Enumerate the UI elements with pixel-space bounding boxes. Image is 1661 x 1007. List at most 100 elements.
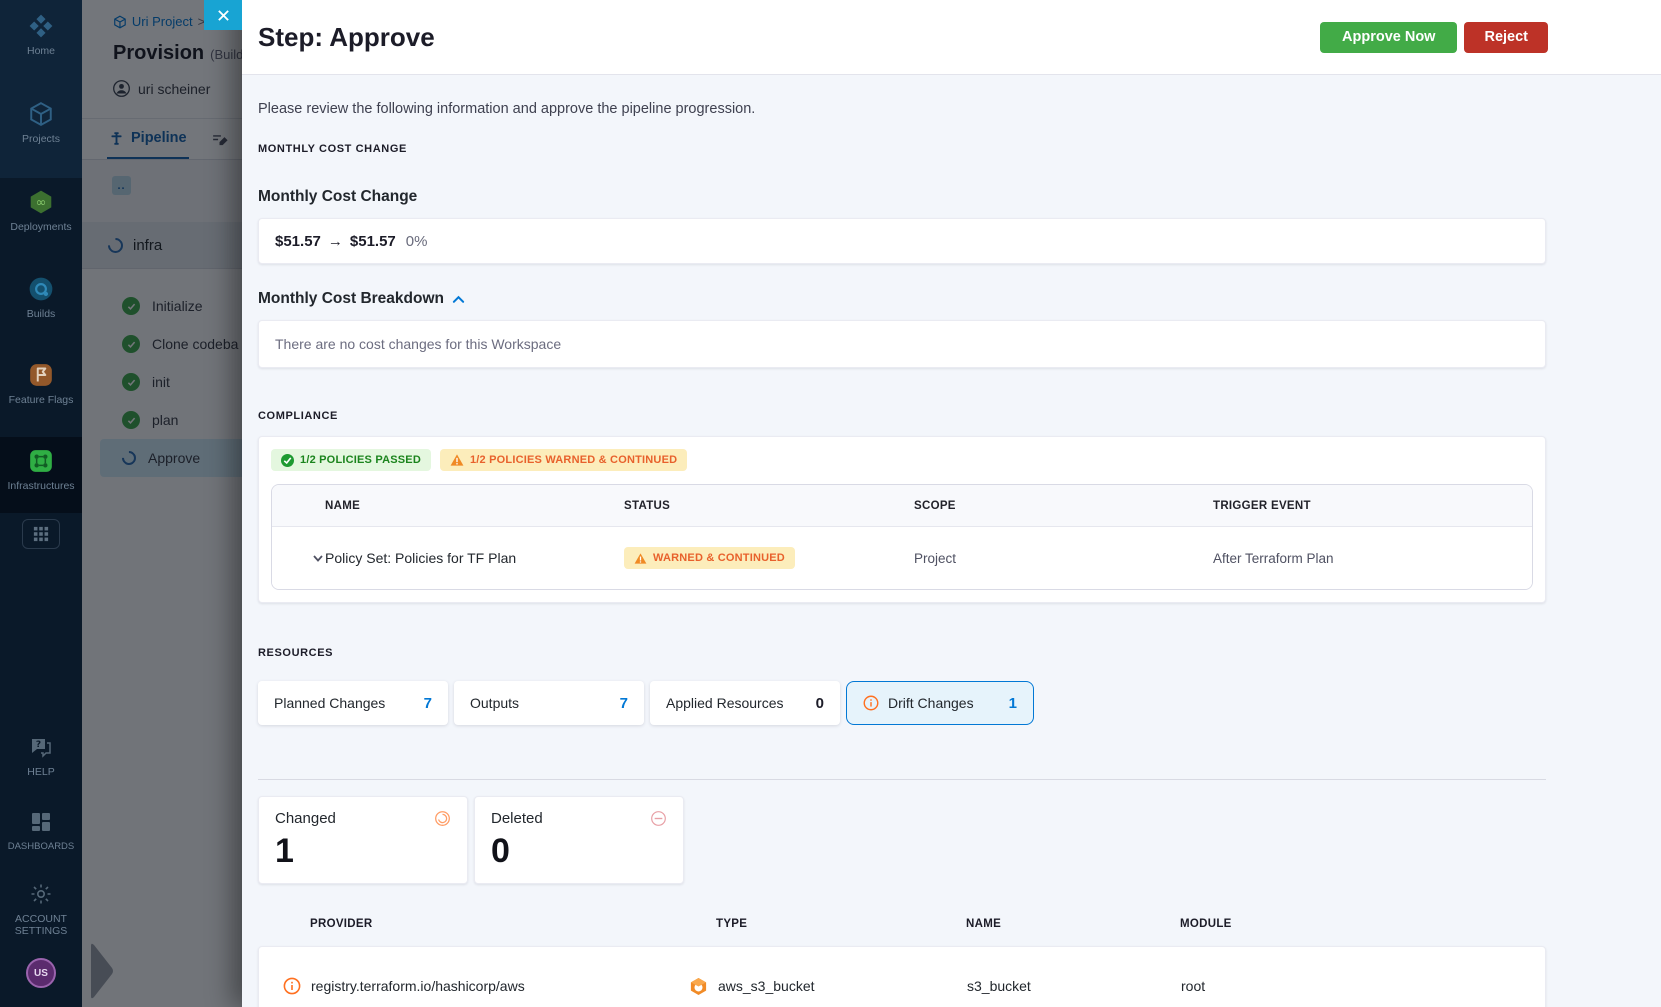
drawer-body: Please review the following information … <box>242 75 1661 1007</box>
policy-table: NAME STATUS SCOPE TRIGGER EVENT Policy S… <box>271 484 1533 590</box>
info-circle-icon <box>283 977 301 995</box>
cost-change-card: $51.57 → $51.57 0% <box>258 218 1546 264</box>
tab-outputs[interactable]: Outputs 7 <box>454 681 644 725</box>
page-title: Step: Approve <box>258 21 435 52</box>
infrastructures-icon <box>0 447 82 475</box>
tab-count: 1 <box>1008 694 1017 712</box>
sidebar-item-account-settings[interactable]: ACCOUNT SETTINGS <box>0 880 82 937</box>
resource-module: root <box>1181 978 1206 994</box>
sidebar-item-label: ACCOUNT SETTINGS <box>14 913 68 937</box>
tab-label: Planned Changes <box>274 695 386 711</box>
tab-label: Outputs <box>470 695 520 711</box>
dashboards-icon <box>0 808 82 836</box>
policy-trigger-event: After Terraform Plan <box>1213 550 1334 566</box>
approve-now-button[interactable]: Approve Now <box>1320 21 1458 53</box>
col-header-trigger-event: TRIGGER EVENT <box>1213 499 1311 512</box>
sidebar-item-label: Deployments <box>10 221 72 233</box>
status-badge: WARNED & CONTINUED <box>624 547 795 569</box>
left-nav: Home Projects ∞ Deployments Builds Featu… <box>0 0 82 1007</box>
app-root: Home Projects ∞ Deployments Builds Featu… <box>0 0 1661 1007</box>
policy-table-row[interactable]: Policy Set: Policies for TF Plan WARNED … <box>272 527 1532 589</box>
reject-button[interactable]: Reject <box>1464 21 1548 53</box>
tab-drift-changes-selected[interactable]: Drift Changes 1 <box>846 681 1034 725</box>
sidebar-item-label: Builds <box>26 308 56 320</box>
resource-type: aws_s3_bucket <box>718 978 815 994</box>
cost-breakdown-empty-card: There are no cost changes for this Works… <box>258 320 1546 368</box>
module-grid-button[interactable] <box>22 519 60 549</box>
sidebar-item-help[interactable]: ? HELP <box>0 733 82 778</box>
aws-s3-icon <box>690 977 707 995</box>
sidebar-item-dashboards[interactable]: DASHBOARDS <box>0 808 82 853</box>
monthly-cost-heading: Monthly Cost Change <box>258 188 418 205</box>
approve-step-drawer: Step: Approve Approve Now Reject Please … <box>242 0 1661 1007</box>
svg-text:∞: ∞ <box>36 195 47 210</box>
help-icon: ? <box>0 733 82 761</box>
col-header-name: NAME <box>325 499 361 512</box>
changed-label: Changed <box>275 810 336 827</box>
check-badge-icon <box>281 453 294 467</box>
policy-set-name: Policy Set: Policies for TF Plan <box>325 550 517 566</box>
changed-card: Changed 1 <box>258 796 468 884</box>
resource-tabs: Planned Changes 7 Outputs 7 Applied Reso… <box>258 681 1546 725</box>
policies-passed-label: 1/2 POLICIES PASSED <box>300 454 421 466</box>
sidebar-item-home[interactable]: Home <box>0 12 82 57</box>
home-icon <box>0 12 82 40</box>
sidebar-item-label: Infrastructures <box>7 480 75 492</box>
warning-triangle-icon <box>450 454 464 466</box>
drawer-header: Step: Approve Approve Now Reject <box>242 0 1661 75</box>
deleted-label: Deleted <box>491 810 543 827</box>
policy-table-header: NAME STATUS SCOPE TRIGGER EVENT <box>272 485 1532 527</box>
col-header-provider: PROVIDER <box>310 918 373 930</box>
info-circle-icon <box>863 695 879 711</box>
close-drawer-button[interactable] <box>204 0 242 30</box>
policies-warned-label: 1/2 POLICIES WARNED & CONTINUED <box>469 454 678 466</box>
cost-from: $51.57 <box>275 232 321 250</box>
cost-breakdown-toggle[interactable]: Monthly Cost Breakdown <box>258 290 1546 308</box>
deleted-card: Deleted 0 <box>474 796 684 884</box>
sidebar-item-builds[interactable]: Builds <box>0 275 82 320</box>
svg-text:?: ? <box>36 740 41 750</box>
projects-icon <box>0 100 82 128</box>
sidebar-item-label: DASHBOARDS <box>7 841 75 852</box>
intro-text: Please review the following information … <box>258 101 756 117</box>
sidebar-item-projects[interactable]: Projects <box>0 100 82 145</box>
cost-breakdown-label: Monthly Cost Breakdown <box>258 290 445 307</box>
col-header-module: MODULE <box>1180 918 1232 930</box>
sidebar-item-label: HELP <box>27 766 55 778</box>
tab-applied-resources[interactable]: Applied Resources 0 <box>650 681 840 725</box>
sidebar-item-label: Home <box>26 45 55 57</box>
cost-percent: 0% <box>405 232 428 250</box>
tab-label: Drift Changes <box>888 695 974 711</box>
tab-count: 7 <box>619 694 628 712</box>
tab-label: Applied Resources <box>666 695 784 711</box>
drift-table-row: registry.terraform.io/hashicorp/aws aws_… <box>258 946 1546 1007</box>
sidebar-item-label: Feature Flags <box>8 394 74 406</box>
close-icon <box>217 9 229 21</box>
section-label-monthly-cost: MONTHLY COST CHANGE <box>258 143 407 155</box>
resource-provider: registry.terraform.io/hashicorp/aws <box>311 978 525 994</box>
col-header-status: STATUS <box>624 499 671 512</box>
chevron-down-icon[interactable] <box>311 551 325 565</box>
user-avatar[interactable]: US <box>26 958 56 988</box>
section-label-resources: RESOURCES <box>258 647 334 659</box>
cost-to: $51.57 <box>349 232 396 250</box>
sidebar-item-infrastructures[interactable]: Infrastructures <box>0 447 82 492</box>
sidebar-item-deployments[interactable]: ∞ Deployments <box>0 188 82 233</box>
deployments-icon: ∞ <box>0 188 82 216</box>
changed-value: 1 <box>275 832 294 870</box>
console-expand-handle-icon[interactable] <box>90 942 114 1000</box>
changed-cycle-icon <box>434 810 451 832</box>
sidebar-item-feature-flags[interactable]: Feature Flags <box>0 361 82 406</box>
resource-name: s3_bucket <box>967 978 1031 994</box>
sidebar-item-label: Projects <box>22 133 60 145</box>
tab-count: 0 <box>815 694 824 712</box>
status-badge-label: WARNED & CONTINUED <box>653 552 785 564</box>
section-divider <box>258 779 1546 780</box>
drift-table-header: PROVIDER TYPE NAME MODULE <box>258 911 1546 937</box>
caret-up-icon <box>452 295 465 303</box>
col-header-type: TYPE <box>716 918 748 930</box>
builds-icon <box>0 275 82 303</box>
tab-planned-changes[interactable]: Planned Changes 7 <box>258 681 448 725</box>
warning-triangle-icon <box>634 552 647 564</box>
policy-scope: Project <box>914 550 957 566</box>
